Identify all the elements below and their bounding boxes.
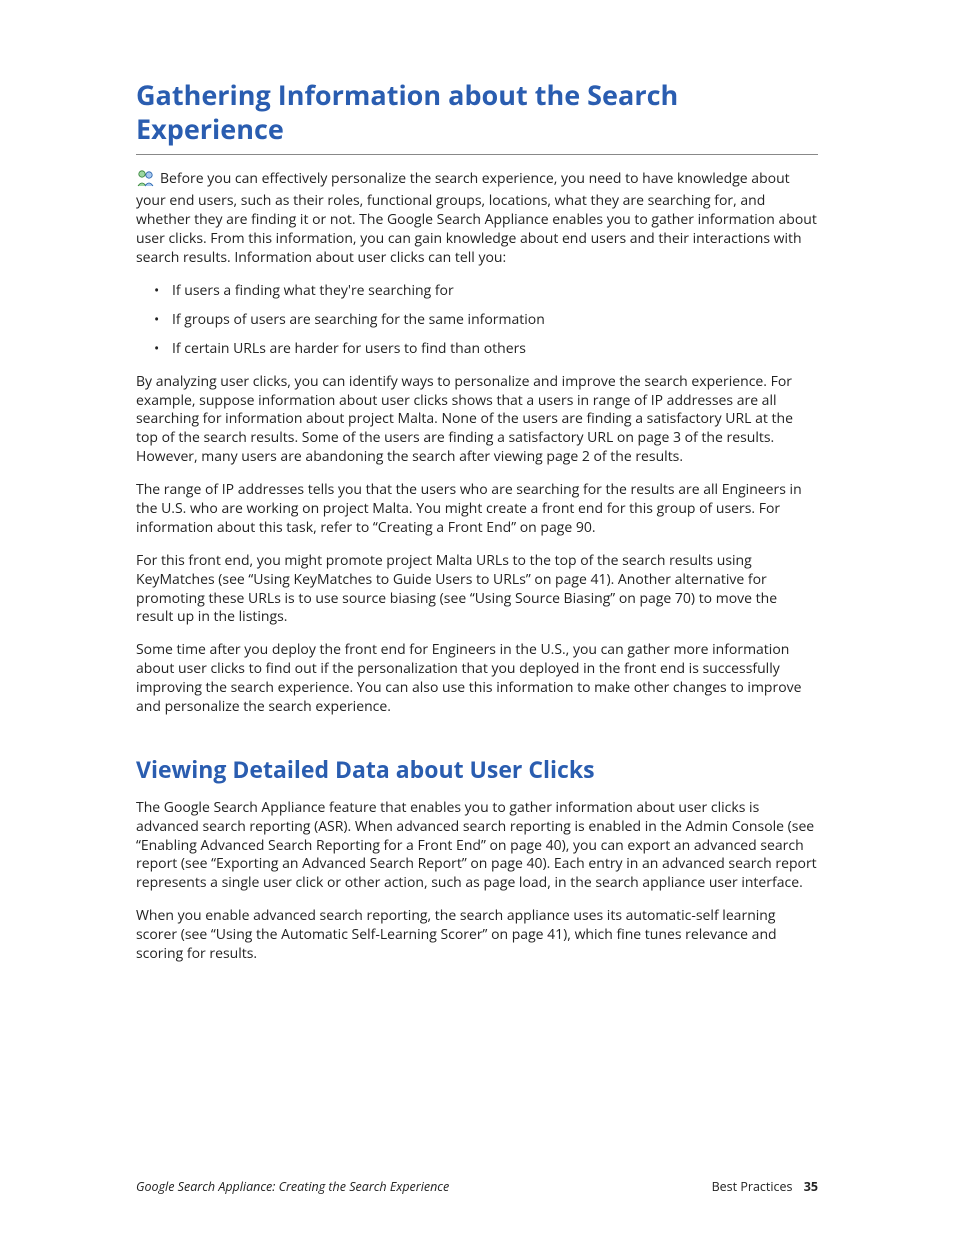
list-item: If users a finding what they're searchin…	[172, 282, 818, 301]
footer-section: Best Practices 35	[712, 1178, 818, 1195]
section-heading: Gathering Information about the Search E…	[136, 78, 818, 155]
subsection-heading: Viewing Detailed Data about User Clicks	[136, 755, 818, 785]
body-paragraph: For this front end, you might promote pr…	[136, 552, 818, 628]
body-paragraph: The Google Search Appliance feature that…	[136, 799, 818, 893]
bullet-list: If users a finding what they're searchin…	[136, 282, 818, 359]
body-paragraph: The range of IP addresses tells you that…	[136, 481, 818, 538]
intro-text: Before you can effectively personalize t…	[136, 169, 817, 268]
body-paragraph: When you enable advanced search reportin…	[136, 907, 818, 964]
page-footer: Google Search Appliance: Creating the Se…	[136, 1178, 818, 1195]
list-item: If groups of users are searching for the…	[172, 311, 818, 330]
body-paragraph: By analyzing user clicks, you can identi…	[136, 373, 818, 467]
page-number: 35	[804, 1178, 818, 1195]
body-paragraph: Some time after you deploy the front end…	[136, 641, 818, 717]
footer-section-label: Best Practices	[712, 1178, 793, 1195]
footer-doc-title: Google Search Appliance: Creating the Se…	[136, 1178, 449, 1195]
document-page: Gathering Information about the Search E…	[0, 0, 954, 1235]
list-item: If certain URLs are harder for users to …	[172, 340, 818, 359]
intro-paragraph: Before you can effectively personalize t…	[136, 169, 818, 268]
users-icon	[136, 169, 156, 193]
